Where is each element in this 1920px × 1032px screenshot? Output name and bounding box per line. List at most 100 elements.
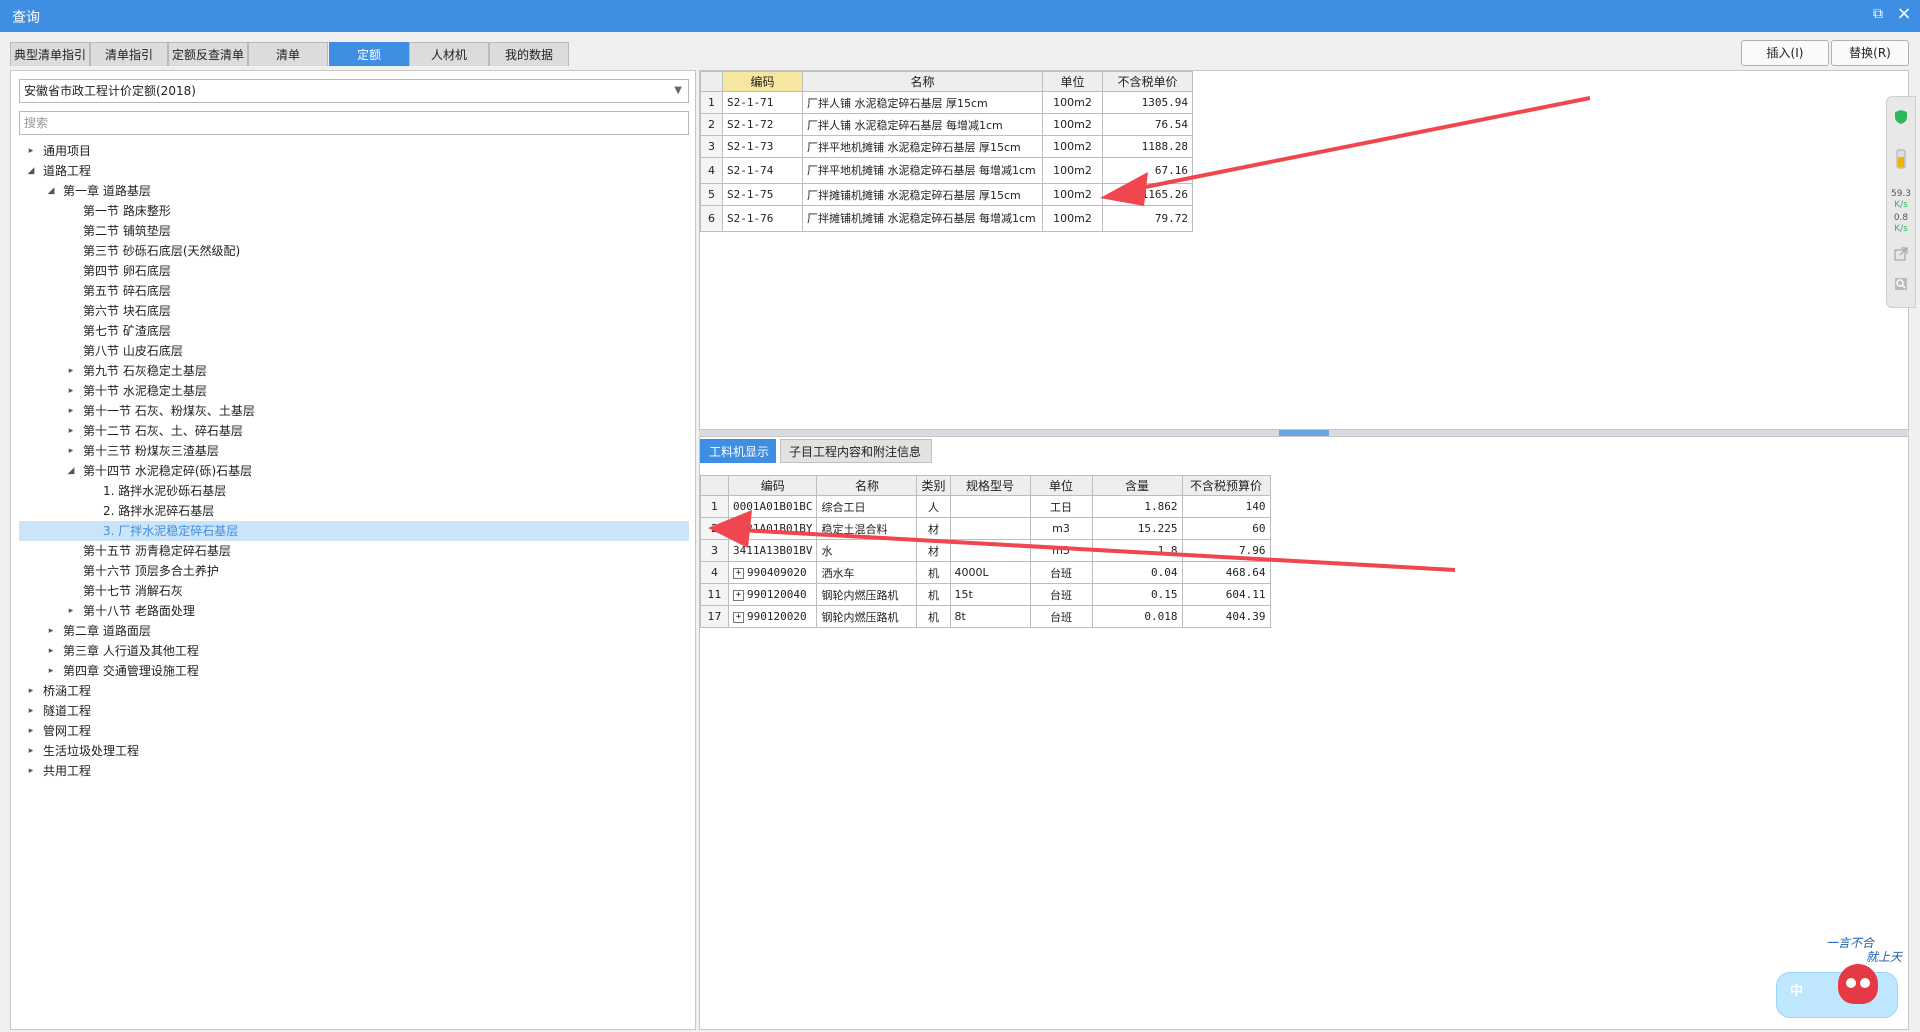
tree-node[interactable]: 第二节 铺筑垫层 xyxy=(19,221,689,241)
resource-row[interactable]: 1 0001A01B01BC 综合工日人 工日 1.862 140 xyxy=(700,495,1271,518)
resource-row[interactable]: 3 3411A13B01BV 水材 m3 1.8 7.96 xyxy=(700,539,1271,562)
tree-node[interactable]: ◢ 道路工程 xyxy=(19,161,689,181)
caret-right-icon[interactable]: ▸ xyxy=(25,141,37,161)
quota-price-cell[interactable]: 79.72 xyxy=(1102,205,1193,232)
tree-node[interactable]: ▸ 第十二节 石灰、土、碎石基层 xyxy=(19,421,689,441)
resource-name-cell[interactable]: 水 xyxy=(816,539,918,562)
resource-price-cell[interactable]: 7.96 xyxy=(1181,539,1271,562)
search-input[interactable] xyxy=(19,111,689,135)
tab-work-content-notes[interactable]: 子目工程内容和附注信息 xyxy=(780,439,932,463)
column-header-unit[interactable]: 单位 xyxy=(1029,475,1093,496)
resource-unit-cell[interactable]: 台班 xyxy=(1029,561,1093,584)
column-header-category[interactable]: 类别 xyxy=(916,475,951,496)
caret-right-icon[interactable]: ▸ xyxy=(65,421,77,441)
resource-category-cell[interactable]: 机 xyxy=(916,605,951,628)
resource-price-cell[interactable]: 60 xyxy=(1181,517,1271,540)
caret-right-icon[interactable]: ▸ xyxy=(65,361,77,381)
quota-row[interactable]: 6 S2-1-76 厂拌摊铺机摊铺 水泥稳定碎石基层 每增减1cm 100m2 79.7… xyxy=(700,205,1193,232)
tab-list[interactable]: 清单 xyxy=(248,42,328,66)
insert-button[interactable]: 插入(I) xyxy=(1741,40,1829,66)
row-number[interactable]: 11 xyxy=(700,583,729,606)
resource-name-cell[interactable]: 稳定土混合料 xyxy=(816,517,918,540)
tab-quota[interactable]: 定额 xyxy=(329,42,409,66)
row-number[interactable]: 17 xyxy=(700,605,729,628)
tab-labor-material-machine[interactable]: 人材机 xyxy=(409,42,489,66)
caret-down-icon[interactable]: ◢ xyxy=(45,181,57,201)
tree-node[interactable]: ▸ 隧道工程 xyxy=(19,701,689,721)
quota-name-cell[interactable]: 厂拌人铺 水泥稳定碎石基层 每增减1cm xyxy=(802,113,1043,136)
tree-node[interactable]: ▸ 第二章 道路面层 xyxy=(19,621,689,641)
tree-node[interactable]: ▸ 第十一节 石灰、粉煤灰、土基层 xyxy=(19,401,689,421)
tree-node[interactable]: ▸ 第四章 交通管理设施工程 xyxy=(19,661,689,681)
quota-name-cell[interactable]: 厂拌人铺 水泥稳定碎石基层 厚15cm xyxy=(802,91,1043,114)
quota-row[interactable]: 3 S2-1-73 厂拌平地机摊铺 水泥稳定碎石基层 厚15cm 100m2 1188.… xyxy=(700,135,1193,158)
quota-unit-cell[interactable]: 100m2 xyxy=(1042,205,1103,232)
tab-typical-list-guide[interactable]: 典型清单指引 xyxy=(10,42,90,66)
resource-code-cell[interactable]: 8021A01B01BY xyxy=(727,517,818,540)
resource-unit-cell[interactable]: 台班 xyxy=(1029,605,1093,628)
tree-node[interactable]: 第四节 卵石底层 xyxy=(19,261,689,281)
caret-right-icon[interactable]: ▸ xyxy=(45,621,57,641)
row-number[interactable]: 1 xyxy=(700,495,729,518)
resource-name-cell[interactable]: 洒水车 xyxy=(816,561,918,584)
column-header-code[interactable]: 编码 xyxy=(727,475,818,496)
resource-spec-cell[interactable] xyxy=(949,539,1031,562)
quota-unit-cell[interactable]: 100m2 xyxy=(1042,183,1103,206)
quota-price-cell[interactable]: 1165.26 xyxy=(1102,183,1193,206)
quota-row[interactable]: 2 S2-1-72 厂拌人铺 水泥稳定碎石基层 每增减1cm 100m2 76.54 xyxy=(700,113,1193,136)
resource-spec-cell[interactable]: 8t xyxy=(949,605,1031,628)
quota-library-select[interactable]: 安徽省市政工程计价定额(2018) ▼ xyxy=(19,79,689,103)
resource-row[interactable]: 2 8021A01B01BY 稳定土混合料材 m3 15.225 60 xyxy=(700,517,1271,540)
quota-code-cell[interactable]: S2-1-76 xyxy=(722,205,803,232)
caret-right-icon[interactable]: ▸ xyxy=(65,381,77,401)
quota-code-cell[interactable]: S2-1-71 xyxy=(722,91,803,114)
resource-unit-cell[interactable]: 工日 xyxy=(1029,495,1093,518)
resource-row[interactable]: 11 +990120040 钢轮内燃压路机机 15t 台班 0.15 604.11 xyxy=(700,583,1271,606)
resource-spec-cell[interactable]: 15t xyxy=(949,583,1031,606)
tree-node[interactable]: ▸ 通用项目 xyxy=(19,141,689,161)
resource-code-cell[interactable]: 3411A13B01BV xyxy=(727,539,818,562)
quota-price-cell[interactable]: 76.54 xyxy=(1102,113,1193,136)
column-header-budget-price[interactable]: 不含税预算价 xyxy=(1181,475,1271,496)
tree-node[interactable]: 第十五节 沥青稳定碎石基层 xyxy=(19,541,689,561)
resource-spec-cell[interactable] xyxy=(949,517,1031,540)
row-number[interactable]: 4 xyxy=(700,157,723,184)
quota-unit-cell[interactable]: 100m2 xyxy=(1042,113,1103,136)
network-monitor-widget[interactable]: 59.3 K/s 0.8 K/s xyxy=(1886,96,1916,308)
resource-row[interactable]: 17 +990120020 钢轮内燃压路机机 8t 台班 0.018 404.39 xyxy=(700,605,1271,628)
row-number[interactable]: 1 xyxy=(700,91,723,114)
column-header-quantity[interactable]: 含量 xyxy=(1091,475,1183,496)
tree-node[interactable]: ▸ 桥涵工程 xyxy=(19,681,689,701)
quota-price-cell[interactable]: 1305.94 xyxy=(1102,91,1193,114)
quota-unit-cell[interactable]: 100m2 xyxy=(1042,157,1103,184)
resource-category-cell[interactable]: 机 xyxy=(916,583,951,606)
ime-mode-label[interactable]: 中 xyxy=(1790,980,1803,999)
quota-name-cell[interactable]: 厂拌平地机摊铺 水泥稳定碎石基层 厚15cm xyxy=(802,135,1043,158)
tree-node[interactable]: ▸ 管网工程 xyxy=(19,721,689,741)
caret-right-icon[interactable]: ▸ xyxy=(25,761,37,781)
quota-name-cell[interactable]: 厂拌摊铺机摊铺 水泥稳定碎石基层 每增减1cm xyxy=(802,205,1043,232)
tree-node[interactable]: ◢ 第一章 道路基层 xyxy=(19,181,689,201)
resource-quantity-cell[interactable]: 15.225 xyxy=(1091,517,1183,540)
quota-name-cell[interactable]: 厂拌平地机摊铺 水泥稳定碎石基层 每增减1cm xyxy=(802,157,1043,184)
tree-node[interactable]: 第三节 砂砾石底层(天然级配) xyxy=(19,241,689,261)
tree-node[interactable]: ▸ 生活垃圾处理工程 xyxy=(19,741,689,761)
column-header-price[interactable]: 不含税单价 xyxy=(1102,71,1193,92)
tab-list-guide[interactable]: 清单指引 xyxy=(90,42,168,66)
resource-category-cell[interactable]: 材 xyxy=(916,539,951,562)
expand-icon[interactable]: + xyxy=(733,611,744,623)
resource-row[interactable]: 4 +990409020 洒水车机 4000L 台班 0.04 468.64 xyxy=(700,561,1271,584)
tree-node[interactable]: 第八节 山皮石底层 xyxy=(19,341,689,361)
close-icon[interactable]: × xyxy=(1894,3,1914,24)
resource-category-cell[interactable]: 材 xyxy=(916,517,951,540)
tree-node[interactable]: ◢ 第十四节 水泥稳定碎(砾)石基层 xyxy=(19,461,689,481)
search-icon[interactable] xyxy=(1887,277,1915,294)
caret-right-icon[interactable]: ▸ xyxy=(45,641,57,661)
quota-unit-cell[interactable]: 100m2 xyxy=(1042,91,1103,114)
quota-code-cell[interactable]: S2-1-75 xyxy=(722,183,803,206)
row-number[interactable]: 2 xyxy=(700,113,723,136)
tree-node[interactable]: ▸ 第十八节 老路面处理 xyxy=(19,601,689,621)
quota-code-cell[interactable]: S2-1-74 xyxy=(722,157,803,184)
replace-button[interactable]: 替换(R) xyxy=(1831,40,1909,66)
resource-code-cell[interactable]: 0001A01B01BC xyxy=(727,495,818,518)
